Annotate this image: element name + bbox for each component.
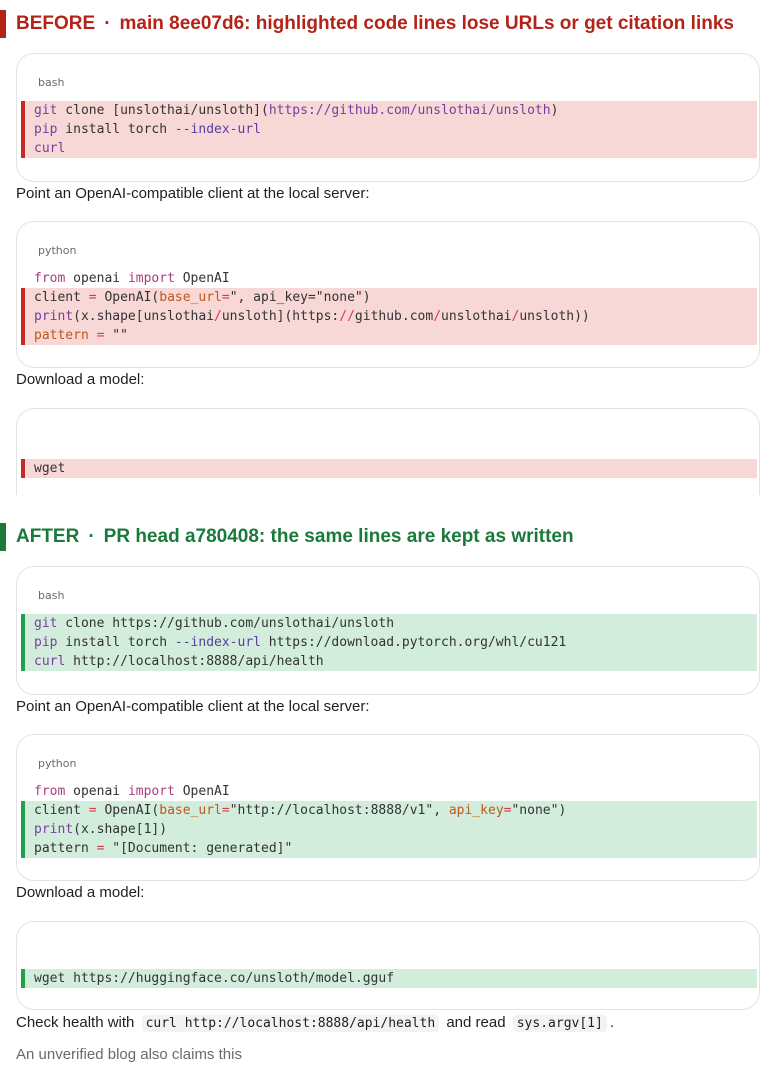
before-python-block: python from openai import OpenAI client …	[16, 221, 760, 368]
code-language-label: python	[38, 244, 77, 257]
before-panel: BEFORE · main 8ee07d6: highlighted code …	[0, 0, 776, 495]
prose-paragraph: Point an OpenAI-compatible client at the…	[16, 185, 370, 202]
code-line: curl	[21, 139, 757, 158]
code-line: curl http://localhost:8888/api/health	[21, 652, 757, 671]
code-line: print(x.shape[unslothai/unsloth](https:/…	[21, 307, 757, 326]
after-panel: AFTER · PR head a780408: the same lines …	[0, 513, 776, 1071]
code-line: pip install torch --index-url https://do…	[21, 633, 757, 652]
code-line: client = OpenAI(base_url="http://localho…	[21, 801, 757, 820]
before-header: BEFORE · main 8ee07d6: highlighted code …	[0, 0, 776, 47]
before-wget-block: wget	[16, 408, 760, 495]
prose-text: .	[609, 1014, 614, 1031]
after-header: AFTER · PR head a780408: the same lines …	[0, 513, 776, 560]
before-separator: ·	[104, 12, 111, 34]
after-accent-bar	[0, 523, 6, 551]
after-label: AFTER	[16, 525, 80, 547]
code-line: wget	[21, 459, 757, 478]
prose-paragraph: Download a model:	[16, 371, 145, 388]
code-language-label: python	[38, 757, 77, 770]
prose-text: and read	[446, 1014, 506, 1031]
code-line: git clone [unslothai/unsloth](https://gi…	[21, 101, 757, 120]
code-line: from openai import OpenAI	[34, 784, 230, 799]
code-line: client = OpenAI(base_url=", api_key="non…	[21, 288, 757, 307]
code-line: from openai import OpenAI	[34, 271, 230, 286]
before-bash-block: bash git clone [unslothai/unsloth](https…	[16, 53, 760, 182]
before-title: main 8ee07d6: highlighted code lines los…	[119, 12, 734, 34]
code-line: pip install torch --index-url	[21, 120, 757, 139]
code-line: git clone https://github.com/unslothai/u…	[21, 614, 757, 633]
inline-code: curl http://localhost:8888/api/health	[141, 1015, 440, 1032]
prose-paragraph: Download a model:	[16, 884, 145, 901]
code-line: print(x.shape[1])	[21, 820, 757, 839]
after-bash-block: bash git clone https://github.com/unslot…	[16, 566, 760, 695]
code-language-label: bash	[38, 589, 65, 602]
code-line: pattern = ""	[21, 326, 757, 345]
after-title: PR head a780408: the same lines are kept…	[103, 525, 574, 547]
code-language-label: bash	[38, 76, 65, 89]
after-python-block: python from openai import OpenAI client …	[16, 734, 760, 881]
prose-text: Check health with	[16, 1014, 135, 1031]
inline-code: sys.argv[1]	[512, 1015, 607, 1032]
prose-paragraph: Point an OpenAI-compatible client at the…	[16, 698, 370, 715]
after-wget-block: wget https://huggingface.co/unsloth/mode…	[16, 921, 760, 1010]
before-accent-bar	[0, 10, 6, 38]
after-separator: ·	[88, 525, 95, 547]
code-line: pattern = "[Document: generated]"	[21, 839, 757, 858]
check-health-paragraph: Check health with curl http://localhost:…	[16, 1014, 614, 1032]
before-label: BEFORE	[16, 12, 96, 34]
trailing-paragraph: An unverified blog also claims this	[16, 1046, 242, 1063]
code-line: wget https://huggingface.co/unsloth/mode…	[21, 969, 757, 988]
